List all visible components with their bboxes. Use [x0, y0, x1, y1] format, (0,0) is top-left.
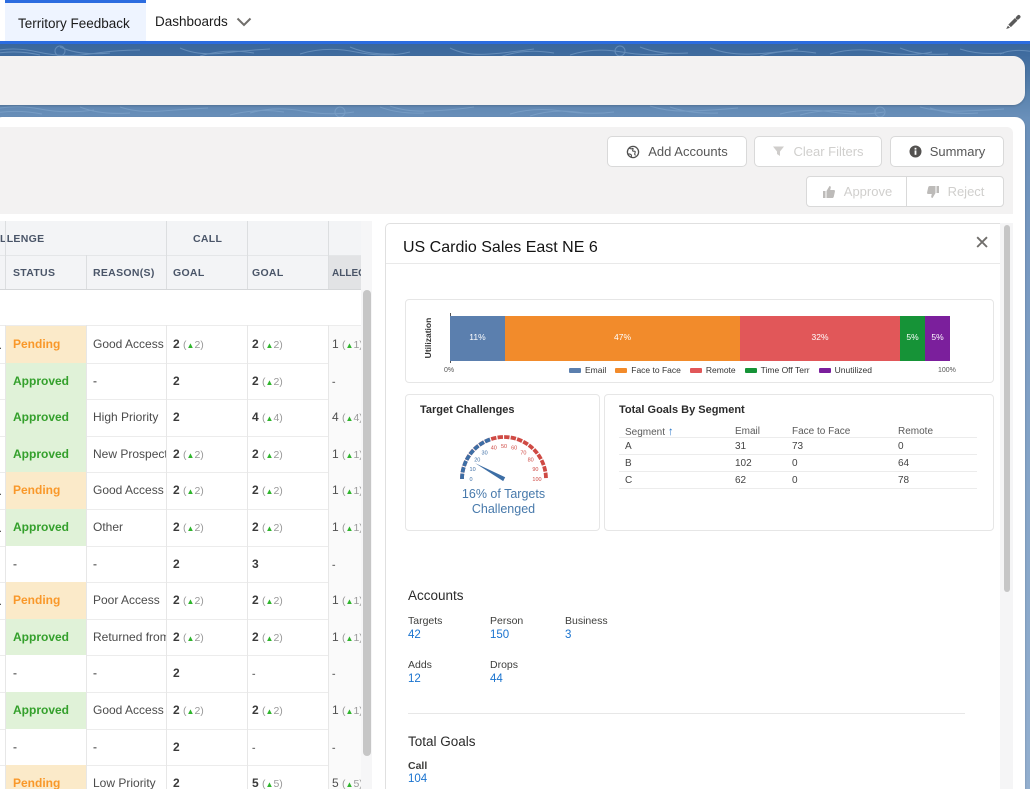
- svg-text:10: 10: [470, 467, 476, 473]
- svg-text:80: 80: [528, 458, 534, 464]
- svg-text:70: 70: [520, 450, 526, 456]
- svg-text:60: 60: [511, 446, 517, 452]
- svg-text:0: 0: [469, 477, 472, 483]
- svg-text:100: 100: [532, 477, 541, 483]
- svg-text:20: 20: [474, 458, 480, 464]
- svg-text:90: 90: [532, 467, 538, 473]
- svg-text:40: 40: [491, 446, 497, 452]
- svg-text:30: 30: [482, 450, 488, 456]
- svg-text:50: 50: [501, 444, 507, 450]
